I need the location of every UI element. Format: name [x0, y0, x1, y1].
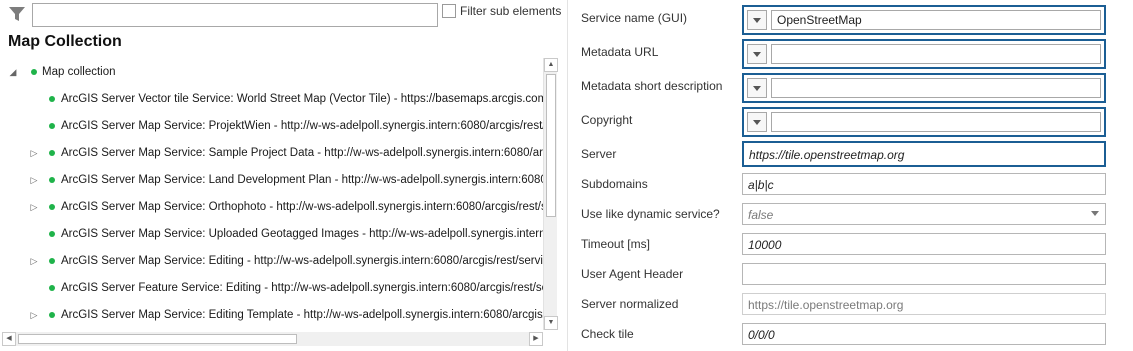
- dynamic-service-select[interactable]: false: [742, 203, 1106, 225]
- expand-arrow-icon[interactable]: ▷: [29, 175, 39, 185]
- chevron-down-icon[interactable]: [1091, 211, 1099, 216]
- chevron-down-icon: [753, 86, 761, 91]
- language-dropdown-button[interactable]: [747, 10, 767, 30]
- status-dot-icon: [49, 231, 55, 237]
- chevron-down-icon: [753, 52, 761, 57]
- metadata-short-description-field[interactable]: [742, 73, 1106, 103]
- status-dot-icon: [49, 204, 55, 210]
- language-dropdown-button[interactable]: [747, 44, 767, 64]
- copyright-label: Copyright: [581, 113, 633, 127]
- chevron-down-icon: [753, 18, 761, 23]
- check-tile-input[interactable]: 0/0/0: [742, 323, 1106, 345]
- tree-item[interactable]: ArcGIS Server Feature Service: Editing -…: [0, 278, 543, 300]
- status-dot-icon: [49, 150, 55, 156]
- status-dot-icon: [49, 123, 55, 129]
- tree-item[interactable]: ▷ ArcGIS Server Map Service: Land Develo…: [0, 170, 543, 192]
- user-agent-header-input[interactable]: [742, 263, 1106, 285]
- metadata-url-label: Metadata URL: [581, 45, 659, 59]
- timeout-input[interactable]: 10000: [742, 233, 1106, 255]
- expand-arrow-icon[interactable]: ▷: [29, 148, 39, 158]
- filter-icon[interactable]: [8, 5, 26, 23]
- filter-sub-elements-label: Filter sub elements: [460, 4, 562, 18]
- copyright-input[interactable]: [771, 112, 1101, 132]
- scroll-up-icon[interactable]: ▲: [544, 58, 558, 72]
- status-dot-icon: [49, 258, 55, 264]
- status-dot-icon: [49, 285, 55, 291]
- expand-arrow-icon[interactable]: ▷: [29, 256, 39, 266]
- language-dropdown-button[interactable]: [747, 78, 767, 98]
- tree-item-label: ArcGIS Server Map Service: Sample Projec…: [61, 147, 543, 159]
- tree-item-label: ArcGIS Server Feature Service: Editing -…: [61, 282, 543, 294]
- map-collection-panel: Filter sub elements Map Collection ◢ Map…: [0, 0, 567, 351]
- language-dropdown-button[interactable]: [747, 112, 767, 132]
- scrollbar-thumb[interactable]: [18, 334, 297, 344]
- properties-panel: Service name (GUI) OpenStreetMap Metadat…: [568, 0, 1133, 351]
- scroll-down-icon[interactable]: ▼: [544, 316, 558, 330]
- expand-arrow-icon[interactable]: ▷: [29, 202, 39, 212]
- tree-root-map-collection[interactable]: ◢ Map collection: [0, 62, 543, 84]
- map-collection-tree: ◢ Map collection ArcGIS Server Vector ti…: [0, 58, 543, 330]
- filter-sub-elements-checkbox[interactable]: [442, 4, 456, 18]
- tree-item-label: ArcGIS Server Map Service: Land Developm…: [61, 174, 543, 186]
- server-label: Server: [581, 147, 617, 161]
- scroll-left-icon[interactable]: ◀: [2, 332, 16, 346]
- tree-item[interactable]: ▷ ArcGIS Server Map Service: Orthophoto …: [0, 197, 543, 219]
- tree-item-label: Map collection: [42, 66, 116, 78]
- panel-title: Map Collection: [8, 33, 122, 50]
- status-dot-icon: [49, 177, 55, 183]
- copyright-field[interactable]: [742, 107, 1106, 137]
- tree-item-label: ArcGIS Server Map Service: Editing - htt…: [61, 255, 543, 267]
- server-normalized-value: https://tile.openstreetmap.org: [748, 298, 904, 312]
- status-dot-icon: [49, 312, 55, 318]
- check-tile-value: 0/0/0: [748, 328, 775, 342]
- status-dot-icon: [49, 96, 55, 102]
- tree-item[interactable]: ArcGIS Server Map Service: ProjektWien -…: [0, 116, 543, 138]
- chevron-down-icon: [753, 120, 761, 125]
- service-name-input[interactable]: OpenStreetMap: [771, 10, 1101, 30]
- timeout-label: Timeout [ms]: [581, 237, 650, 251]
- metadata-url-field[interactable]: [742, 39, 1106, 69]
- scroll-right-icon[interactable]: ▶: [529, 332, 543, 346]
- service-name-value: OpenStreetMap: [777, 13, 862, 27]
- server-input[interactable]: https://tile.openstreetmap.org: [742, 141, 1106, 167]
- metadata-url-input[interactable]: [771, 44, 1101, 64]
- user-agent-header-label: User Agent Header: [581, 267, 684, 281]
- tree-item-label: ArcGIS Server Map Service: Orthophoto - …: [61, 201, 543, 213]
- filter-input[interactable]: [32, 3, 438, 27]
- subdomains-label: Subdomains: [581, 177, 648, 191]
- server-normalized-input: https://tile.openstreetmap.org: [742, 293, 1106, 315]
- metadata-short-description-label: Metadata short description: [581, 79, 723, 93]
- tree-item[interactable]: ▷ ArcGIS Server Map Service: Editing - h…: [0, 251, 543, 273]
- tree-item[interactable]: ▷ ArcGIS Server Map Service: Editing Tem…: [0, 305, 543, 327]
- check-tile-label: Check tile: [581, 327, 634, 341]
- tree-item-label: ArcGIS Server Vector tile Service: World…: [61, 93, 543, 105]
- tree-item[interactable]: ▷ ArcGIS Server Map Service: Sample Proj…: [0, 143, 543, 165]
- tree-item-label: ArcGIS Server Map Service: Uploaded Geot…: [61, 228, 543, 240]
- tree-horizontal-scrollbar[interactable]: ◀ ▶: [2, 332, 543, 346]
- tree-item[interactable]: ArcGIS Server Vector tile Service: World…: [0, 89, 543, 111]
- server-value: https://tile.openstreetmap.org: [749, 148, 905, 162]
- dynamic-service-label: Use like dynamic service?: [581, 207, 720, 221]
- tree-item[interactable]: ArcGIS Server Map Service: Uploaded Geot…: [0, 224, 543, 246]
- dynamic-service-value: false: [748, 208, 774, 222]
- scrollbar-thumb[interactable]: [546, 74, 556, 217]
- service-name-field[interactable]: OpenStreetMap: [742, 5, 1106, 35]
- timeout-value: 10000: [748, 238, 782, 252]
- subdomains-input[interactable]: a|b|c: [742, 173, 1106, 195]
- expand-arrow-icon[interactable]: ▷: [29, 310, 39, 320]
- tree-item-label: ArcGIS Server Map Service: ProjektWien -…: [61, 120, 543, 132]
- tree-item-label: ArcGIS Server Map Service: Editing Templ…: [61, 309, 543, 321]
- status-dot-icon: [31, 69, 37, 75]
- subdomains-value: a|b|c: [748, 178, 774, 192]
- service-name-label: Service name (GUI): [581, 11, 688, 25]
- app-window: Filter sub elements Map Collection ◢ Map…: [0, 0, 1133, 351]
- tree-vertical-scrollbar[interactable]: ▲ ▼: [543, 58, 558, 330]
- metadata-short-description-input[interactable]: [771, 78, 1101, 98]
- server-normalized-label: Server normalized: [581, 297, 679, 311]
- collapse-arrow-icon[interactable]: ◢: [8, 67, 18, 77]
